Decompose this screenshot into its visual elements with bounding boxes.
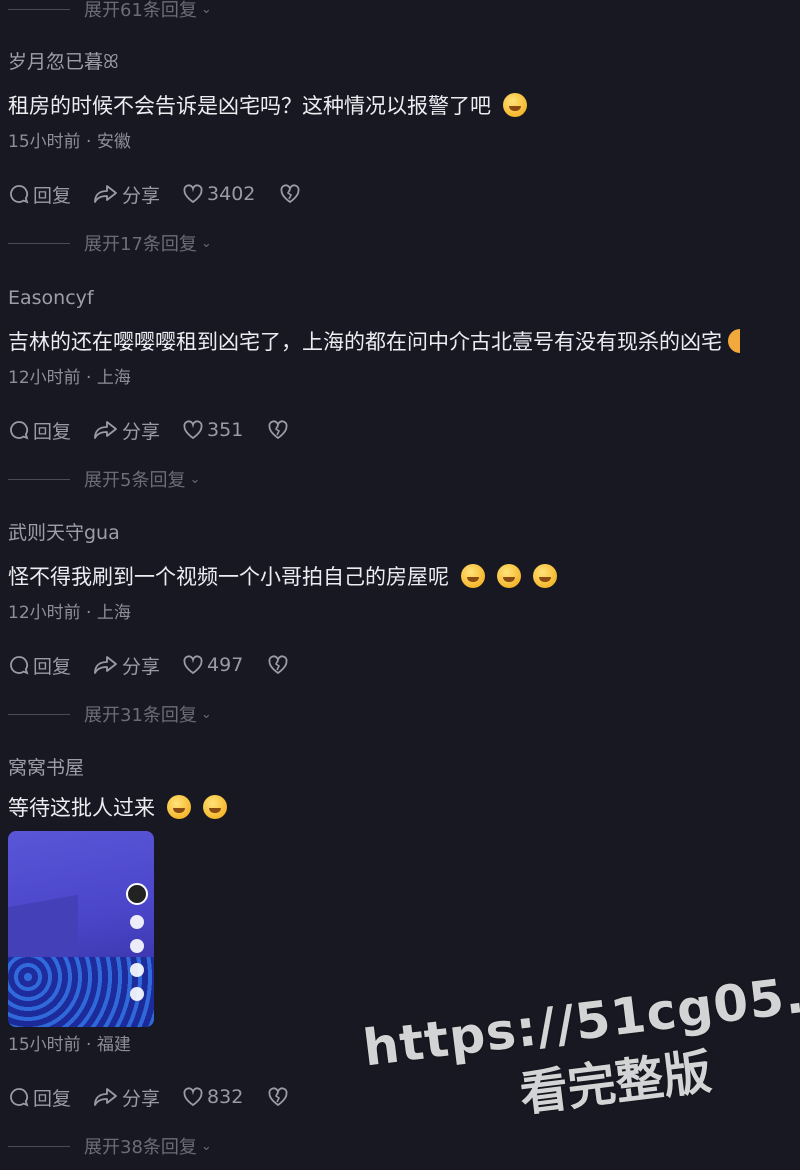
- expand-replies-button[interactable]: 展开61条回复 ⌄: [8, 0, 212, 24]
- comment-text: 等待这批人过来: [8, 793, 800, 823]
- heart-icon: [130, 915, 144, 929]
- like-button[interactable]: 3402: [182, 183, 255, 205]
- share-arrow-icon: [94, 1088, 117, 1106]
- divider-line: [8, 242, 70, 244]
- comment-bubble-icon: [10, 185, 29, 204]
- reply-label: 回复: [33, 420, 72, 443]
- comment-actions: 回复 分享 3402: [8, 180, 800, 208]
- comment-actions: 回复 分享 497: [8, 651, 800, 679]
- comment-username[interactable]: Easoncyf: [8, 285, 800, 311]
- share-arrow-icon: [94, 421, 117, 439]
- reply-button[interactable]: 回复: [8, 417, 71, 444]
- comment-bubble-icon: [10, 1088, 29, 1107]
- comment-text: 吉林的还在嘤嘤嘤租到凶宅了，上海的都在问中介古北壹号有没有现杀的凶宅: [8, 327, 800, 357]
- like-count: 351: [207, 419, 244, 441]
- heart-icon: [183, 655, 203, 675]
- broken-heart-icon: [268, 655, 288, 675]
- share-label: 分享: [122, 655, 161, 678]
- chevron-down-icon: ⌄: [200, 235, 212, 251]
- share-label: 分享: [122, 184, 161, 207]
- heart-icon: [183, 184, 203, 204]
- reply-button[interactable]: 回复: [8, 1084, 71, 1111]
- comment-item: 武则天守gua 怪不得我刷到一个视频一个小哥拍自己的房屋呢 12小时前 · 上海…: [8, 520, 800, 679]
- expand-replies-label: 展开5条回复: [84, 470, 186, 491]
- divider-line: [8, 478, 70, 480]
- expand-replies-label: 展开61条回复: [84, 0, 197, 21]
- dislike-button[interactable]: [267, 654, 292, 676]
- dislike-button[interactable]: [279, 183, 304, 205]
- expand-replies-label: 展开38条回复: [84, 1137, 197, 1158]
- comment-text-body: 等待这批人过来: [8, 796, 155, 820]
- share-button[interactable]: 分享: [93, 1084, 160, 1111]
- expand-replies-button[interactable]: 展开5条回复 ⌄: [8, 464, 200, 494]
- comment-text-body: 怪不得我刷到一个视频一个小哥拍自己的房屋呢: [8, 565, 449, 589]
- dislike-button[interactable]: [267, 419, 292, 441]
- reply-button[interactable]: 回复: [8, 652, 71, 679]
- laughing-emoji-icon: [503, 93, 527, 117]
- comment-text: 怪不得我刷到一个视频一个小哥拍自己的房屋呢: [8, 562, 800, 592]
- comment-username[interactable]: 窝窝书屋: [8, 755, 800, 781]
- chevron-down-icon: ⌄: [200, 1138, 212, 1154]
- share-button[interactable]: 分享: [93, 652, 160, 679]
- reply-label: 回复: [33, 184, 72, 207]
- dislike-button[interactable]: [267, 1086, 292, 1108]
- video-thumbnail[interactable]: [8, 831, 154, 1027]
- expand-replies-button[interactable]: 展开38条回复 ⌄: [8, 1131, 212, 1161]
- expand-replies-button[interactable]: 展开31条回复 ⌄: [8, 699, 212, 729]
- share-arrow-icon: [130, 987, 144, 1001]
- comment-text-body: 吉林的还在嘤嘤嘤租到凶宅了，上海的都在问中介古北壹号有没有现杀的凶宅: [8, 330, 722, 354]
- chevron-down-icon: ⌄: [200, 1, 212, 17]
- thumbnail-side-icons: [126, 883, 148, 1001]
- share-label: 分享: [122, 420, 161, 443]
- chevron-down-icon: ⌄: [200, 706, 212, 722]
- comment-username[interactable]: 岁月忽已暮ꕤ: [8, 49, 800, 75]
- comment-username[interactable]: 武则天守gua: [8, 520, 800, 546]
- expand-replies-button[interactable]: 展开17条回复 ⌄: [8, 228, 212, 258]
- laughing-emoji-icon: [533, 564, 557, 588]
- comment-meta: 12小时前 · 上海: [8, 603, 131, 623]
- laughing-emoji-icon: [167, 795, 191, 819]
- comment-text: 租房的时候不会告诉是凶宅吗？这种情况以报警了吧: [8, 91, 800, 121]
- share-arrow-icon: [94, 185, 117, 203]
- broken-heart-icon: [280, 184, 300, 204]
- share-label: 分享: [122, 1087, 161, 1110]
- comment-item: Easoncyf 吉林的还在嘤嘤嘤租到凶宅了，上海的都在问中介古北壹号有没有现杀…: [8, 285, 800, 444]
- divider-line: [8, 8, 70, 10]
- like-count: 832: [207, 1086, 244, 1108]
- like-button[interactable]: 832: [182, 1086, 243, 1108]
- expand-replies-label: 展开31条回复: [84, 705, 197, 726]
- like-count: 497: [207, 654, 244, 676]
- like-button[interactable]: 497: [182, 654, 243, 676]
- comment-meta: 15小时前 · 安徽: [8, 132, 131, 152]
- reply-label: 回复: [33, 655, 72, 678]
- broken-heart-icon: [268, 420, 288, 440]
- reply-button[interactable]: 回复: [8, 181, 71, 208]
- divider-line: [8, 1145, 70, 1147]
- emoji-icon: [728, 329, 740, 353]
- comment-text-body: 租房的时候不会告诉是凶宅吗？这种情况以报警了吧: [8, 94, 491, 118]
- heart-icon: [183, 420, 203, 440]
- share-button[interactable]: 分享: [93, 417, 160, 444]
- like-button[interactable]: 351: [182, 419, 243, 441]
- comment-item: 岁月忽已暮ꕤ 租房的时候不会告诉是凶宅吗？这种情况以报警了吧 15小时前 · 安…: [8, 49, 800, 208]
- heart-icon: [183, 1087, 203, 1107]
- laughing-emoji-icon: [461, 564, 485, 588]
- laughing-emoji-icon: [203, 795, 227, 819]
- laughing-emoji-icon: [497, 564, 521, 588]
- divider-line: [8, 713, 70, 715]
- avatar: [126, 883, 148, 905]
- comment-actions: 回复 分享 351: [8, 416, 800, 444]
- comment-bubble-icon: [130, 939, 144, 953]
- reply-label: 回复: [33, 1087, 72, 1110]
- comment-meta: 12小时前 · 上海: [8, 368, 131, 388]
- share-arrow-icon: [94, 656, 117, 674]
- like-count: 3402: [207, 183, 256, 205]
- comment-bubble-icon: [10, 421, 29, 440]
- chevron-down-icon: ⌄: [189, 471, 201, 487]
- share-button[interactable]: 分享: [93, 181, 160, 208]
- star-icon: [130, 963, 144, 977]
- comment-bubble-icon: [10, 656, 29, 675]
- expand-replies-label: 展开17条回复: [84, 234, 197, 255]
- broken-heart-icon: [268, 1087, 288, 1107]
